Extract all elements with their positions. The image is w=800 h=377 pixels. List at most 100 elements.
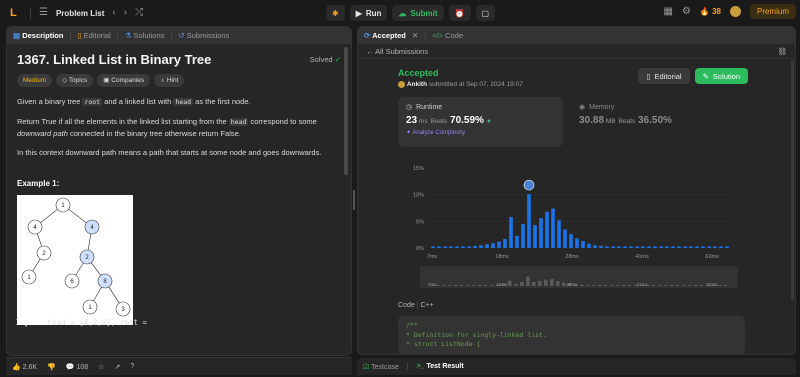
example-input: Input: head = [4,2,8], root = [16,318,147,327]
x-tick-label: 62ms [705,254,719,260]
y-tick-label: 0% [416,246,424,252]
tab-accepted[interactable]: ⟳ Accepted [364,31,406,40]
leetcode-logo[interactable]: L [10,7,22,19]
status-accepted: Accepted [398,68,439,78]
overview-bar [676,285,680,286]
leaf-icon: ● [486,118,491,126]
overview-bar [598,285,602,286]
like-count: 2.6K [22,363,38,371]
memory-card[interactable]: ◉ Memory 30.88 MB Beats 36.50% [571,97,736,147]
close-icon[interactable]: ✕ [412,31,418,40]
topics-chip[interactable]: ◇ Topics [56,74,94,87]
divider [30,7,31,19]
chart-bar [563,229,567,248]
beats-label: Beats [430,118,448,126]
chart-bar [641,246,645,248]
sparkle-icon: ✦ [406,130,412,137]
problem-header: 1367. Linked List in Binary Tree Solved … [17,53,341,66]
share-button[interactable]: ↗ [114,363,120,371]
chart-bar [629,246,633,248]
tab-solutions[interactable]: ⚗ Solutions [125,31,165,40]
tab-test-result[interactable]: >_ Test Result [417,363,464,370]
tab-code[interactable]: </> Code [432,31,463,40]
overview-bar [586,285,590,286]
emphasis: downward path [17,129,68,138]
avatar[interactable] [729,6,741,17]
bulb-icon: ♁ [160,77,165,84]
x-tick-label: 41ms [635,254,649,260]
chart-bar [701,246,705,248]
editorial-button[interactable]: ▯ Editorial [638,68,690,84]
book-icon: ▯ [77,31,82,40]
overview-bar [694,285,698,286]
chart-bar [569,234,573,248]
link-icon[interactable]: ⛓ [777,47,787,56]
streak-counter[interactable]: 🔥 38 [700,7,721,16]
problem-list-link[interactable]: Problem List [56,9,104,18]
timer-button[interactable]: ⏰ [448,5,471,21]
chart-bar [455,246,459,248]
play-icon: ▶ [355,8,362,18]
hint-chip[interactable]: ♁ Hint [154,74,185,87]
question-icon: ? [130,363,135,370]
tab-solutions-label: Solutions [133,31,165,40]
upload-icon: ☁ [398,8,407,18]
run-button[interactable]: ▶ Run [349,5,388,21]
comments-button[interactable]: 💬 108 [66,363,88,371]
solution-button[interactable]: ✎ Solution [694,68,748,84]
avatar [398,81,405,88]
list-icon[interactable]: ☰ [39,7,48,19]
tab-editorial[interactable]: ▯ Editorial [77,31,110,40]
chart-bar [593,245,597,248]
overview-bar [466,285,470,286]
layout-icon[interactable]: ▦ [663,6,672,18]
lock-icon: ▣ [103,77,110,84]
companies-chip[interactable]: ▣ Companies [97,74,151,87]
debug-button[interactable]: ✱ [326,5,345,21]
chart-bar [533,225,537,248]
dislike-button[interactable]: 👎 [47,363,56,371]
overview-tick-label: 41ms [636,282,648,287]
favorite-button[interactable]: ☆ [98,363,104,371]
runtime-card[interactable]: ◷ Runtime 23 ms Beats 70.59% ● ✦ Analyze C… [398,97,563,148]
divider: | [424,31,427,40]
premium-button[interactable]: Premium [749,4,796,19]
chart-bar [437,246,441,248]
overview-bar [592,285,596,286]
like-button[interactable]: 👍 2.6K [12,363,37,371]
overview-bar [538,280,542,286]
overview-tick-label: 7ms [428,282,437,287]
chevron-right-icon[interactable]: › [124,7,127,19]
back-to-submissions[interactable]: ← All Submissions [366,47,428,56]
gear-icon[interactable]: ⚙ [682,6,691,18]
chart-bar [521,224,525,248]
text: correspond to some [248,117,317,126]
username[interactable]: Ankith [407,81,427,88]
overview-bar [604,285,608,286]
panel-resize-handle[interactable] [353,190,355,210]
description-scrollbar[interactable] [344,47,348,175]
submit-button[interactable]: ☁ Submit [392,5,444,21]
inline-code: head [173,98,194,106]
chevron-left-icon[interactable]: ‹ [112,7,115,19]
analyze-complexity-link[interactable]: ✦ Analyze Complexity [406,129,555,136]
checkbox-icon: ☑ [363,363,370,371]
tab-submissions[interactable]: ↺ Submissions [178,31,229,40]
overview-bar [610,285,614,286]
y-tick-label: 5% [416,219,424,225]
submission-scrollbar[interactable] [791,60,794,300]
text: connected in the binary tree otherwise r… [67,129,241,138]
chart-bar [611,246,615,248]
status-block: Accepted Ankith submitted at Sep 07, 202… [398,68,523,88]
tab-description[interactable]: ▤ Description [13,31,63,40]
y-tick-label: 10% [413,193,424,199]
help-button[interactable]: ? [130,363,134,370]
input-value: head = [4,2,8], root = [43,318,147,327]
overview-bar [490,285,494,286]
notes-button[interactable]: ▢ [475,5,496,21]
divider: | [116,31,119,40]
overview-bar [454,285,458,286]
shuffle-icon[interactable]: ⤮ [135,7,143,19]
tab-testcase[interactable]: ☑ Testcase [363,363,399,371]
chart-bar [509,217,513,248]
